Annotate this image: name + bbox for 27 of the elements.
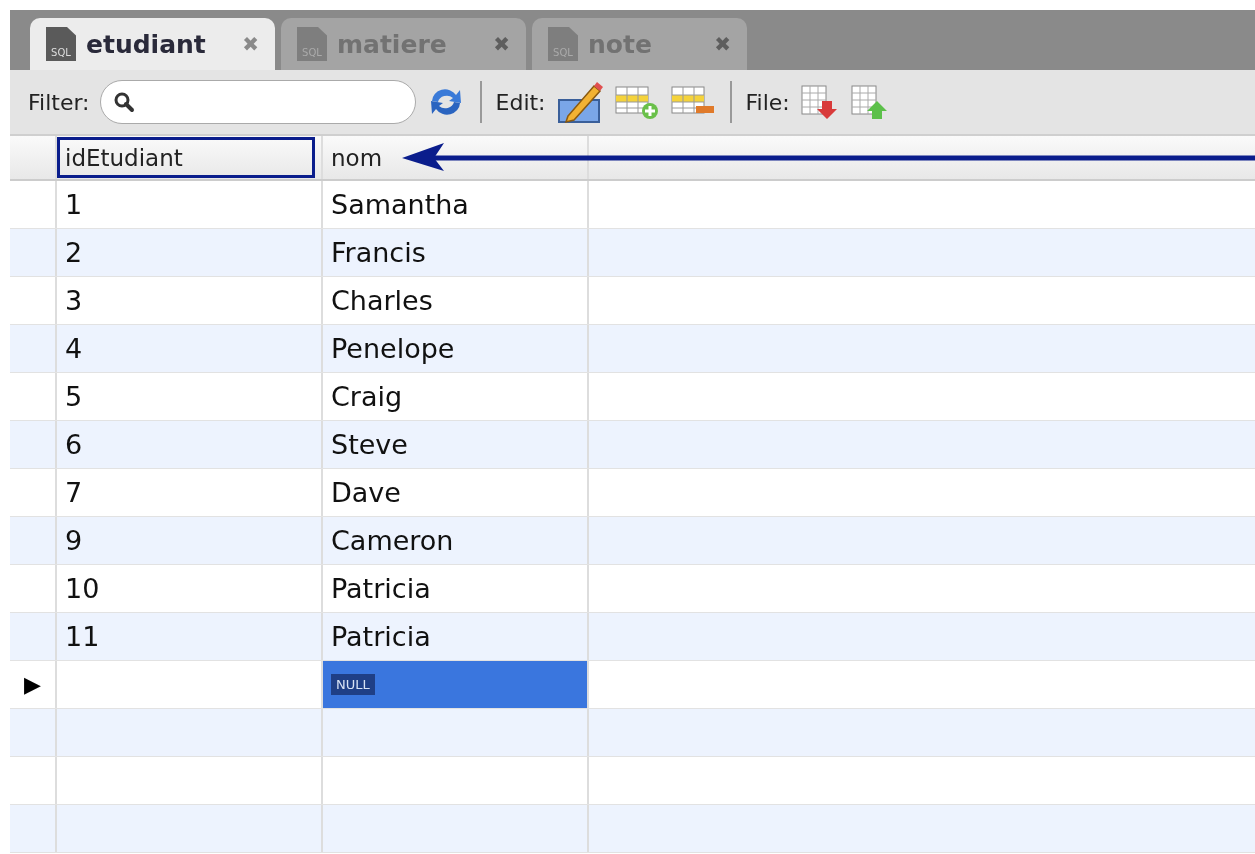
- table-cell: Francis: [323, 229, 589, 276]
- null-tag: NULL: [331, 674, 375, 695]
- table-cell: Steve: [323, 421, 589, 468]
- current-row-marker: ▶: [24, 672, 41, 697]
- tab[interactable]: SQL etudiant ✖: [30, 18, 275, 70]
- export-icon[interactable]: [849, 83, 890, 121]
- filter-label: Filter:: [28, 89, 90, 115]
- column-header[interactable]: idEtudiant: [57, 136, 323, 179]
- table-cell: 6: [57, 421, 323, 468]
- close-icon[interactable]: ✖: [714, 32, 731, 56]
- filter-field[interactable]: [99, 80, 416, 124]
- selected-cell[interactable]: NULL: [323, 661, 589, 708]
- close-icon[interactable]: ✖: [493, 32, 510, 56]
- add-row-icon[interactable]: [613, 83, 660, 121]
- table-cell: 2: [57, 229, 323, 276]
- table-cell: Cameron: [323, 517, 589, 564]
- table-cell: Penelope: [323, 325, 589, 372]
- close-icon[interactable]: ✖: [242, 32, 259, 56]
- search-icon: [112, 91, 135, 113]
- import-icon[interactable]: [799, 83, 840, 121]
- sql-file-icon: SQL: [46, 27, 76, 61]
- table-cell: 9: [57, 517, 323, 564]
- pencil-icon[interactable]: [555, 80, 604, 124]
- table-cell: 4: [57, 325, 323, 372]
- table-cell: 11: [57, 613, 323, 660]
- edit-label: Edit:: [495, 89, 546, 115]
- file-label: File:: [745, 89, 790, 115]
